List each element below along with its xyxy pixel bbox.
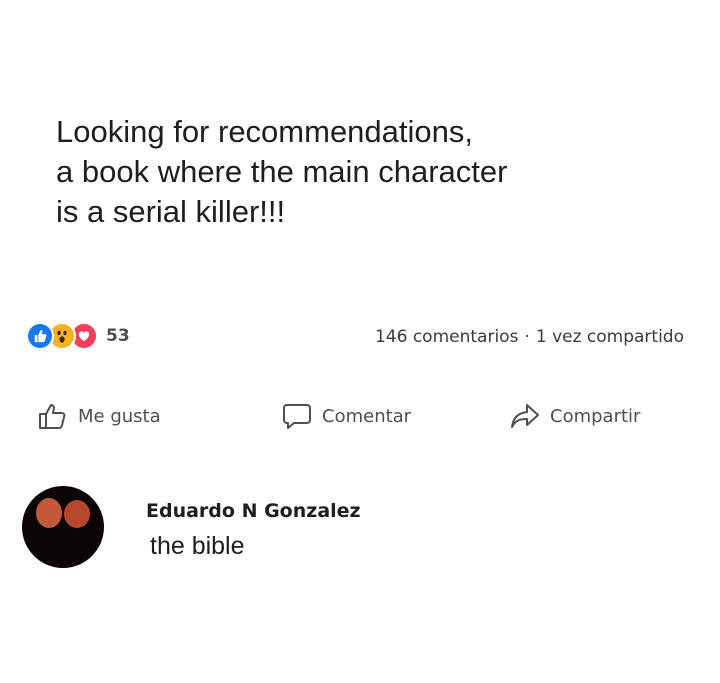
comment-count[interactable]: 146 comentarios	[375, 327, 518, 347]
share-button-label: Compartir	[550, 405, 641, 427]
post-text-line: a book where the main character	[56, 154, 508, 189]
post-text-line: Looking for recommendations,	[56, 114, 474, 149]
comment-button-label: Comentar	[322, 405, 412, 427]
post-text: Looking for recommendations, a book wher…	[56, 112, 676, 232]
reaction-summary[interactable]: 53	[26, 322, 130, 350]
comment-share-counts: 146 comentarios · 1 vez compartido	[375, 327, 684, 347]
comment-item: Eduardo N Gonzalez the bible	[22, 480, 702, 580]
post-text-line: is a serial killer!!!	[56, 194, 286, 229]
comment-button[interactable]: Comentar	[282, 396, 411, 436]
share-count[interactable]: 1 vez compartido	[536, 327, 684, 347]
share-button[interactable]: Compartir	[510, 396, 640, 436]
commenter-avatar[interactable]	[22, 486, 104, 568]
comment-author-name[interactable]: Eduardo N Gonzalez	[146, 500, 361, 522]
post-action-bar: Me gusta Comentar Compartir	[22, 396, 702, 436]
stats-separator: ·	[524, 327, 530, 347]
share-arrow-icon	[511, 404, 539, 428]
comment-bubble-icon	[283, 404, 311, 429]
comment-text: the bible	[150, 532, 245, 560]
like-button-label: Me gusta	[78, 405, 161, 427]
reaction-count: 53	[106, 326, 130, 346]
post-stats-bar: 53 146 comentarios · 1 vez compartido	[22, 318, 702, 354]
like-button[interactable]: Me gusta	[38, 396, 161, 436]
like-reaction-icon	[26, 322, 54, 350]
thumbs-up-icon	[39, 404, 66, 429]
